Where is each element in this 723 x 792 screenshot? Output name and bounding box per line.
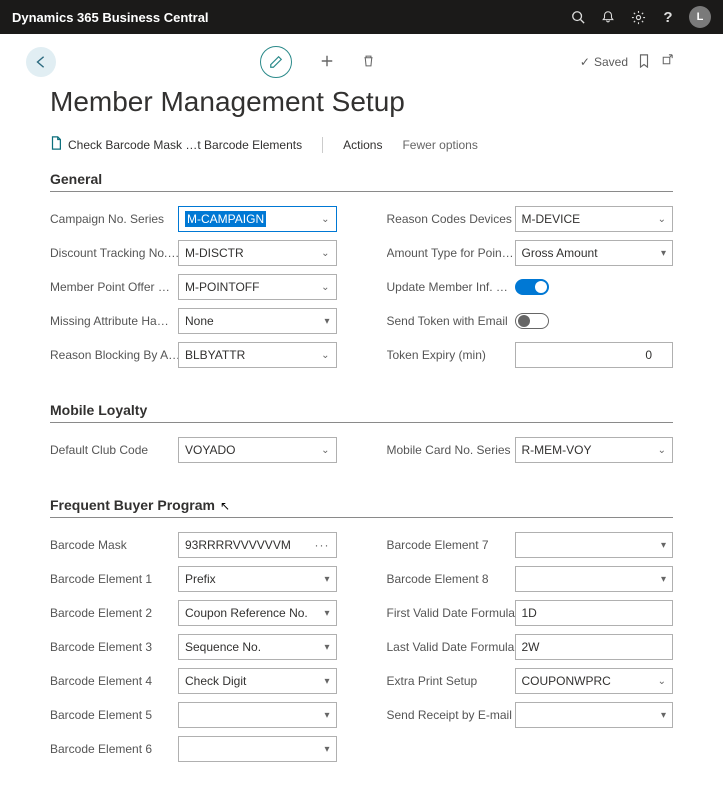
chevron-down-icon: ⌄ bbox=[321, 445, 329, 456]
be4-label: Barcode Element 4 bbox=[50, 674, 178, 688]
token-expiry-input[interactable]: 0 bbox=[515, 342, 674, 368]
be1-select[interactable]: Prefix ▾ bbox=[178, 566, 337, 592]
be5-select[interactable]: ▾ bbox=[178, 702, 337, 728]
amount-type-label: Amount Type for Poin… bbox=[387, 246, 515, 260]
page-toolbar: Saved bbox=[50, 42, 673, 82]
back-button[interactable] bbox=[26, 47, 56, 77]
be8-select[interactable]: ▾ bbox=[515, 566, 674, 592]
chevron-down-icon: ▾ bbox=[324, 316, 329, 327]
section-fbp-title: Frequent Buyer Program bbox=[50, 497, 673, 513]
avatar[interactable]: L bbox=[689, 6, 711, 28]
campaign-no-series-label: Campaign No. Series bbox=[50, 212, 178, 226]
member-point-offer-label: Member Point Offer … bbox=[50, 280, 178, 294]
search-icon[interactable] bbox=[563, 0, 593, 34]
mobile-card-label: Mobile Card No. Series bbox=[387, 443, 515, 457]
update-member-toggle[interactable] bbox=[515, 279, 549, 295]
be2-label: Barcode Element 2 bbox=[50, 606, 178, 620]
update-member-label: Update Member Inf. … bbox=[387, 280, 515, 294]
assist-edit-icon[interactable]: ··· bbox=[315, 538, 330, 552]
reason-codes-devices-label: Reason Codes Devices bbox=[387, 212, 515, 226]
discount-tracking-input[interactable]: M-DISCTR ⌄ bbox=[178, 240, 337, 266]
send-receipt-select[interactable]: ▾ bbox=[515, 702, 674, 728]
cmd-actions[interactable]: Actions bbox=[343, 138, 382, 152]
divider bbox=[322, 137, 323, 153]
last-valid-label: Last Valid Date Formula bbox=[387, 640, 515, 654]
be3-label: Barcode Element 3 bbox=[50, 640, 178, 654]
last-valid-input[interactable]: 2W bbox=[515, 634, 674, 660]
barcode-mask-input[interactable]: 93RRRRVVVVVVM ··· bbox=[178, 532, 337, 558]
be7-select[interactable]: ▾ bbox=[515, 532, 674, 558]
chevron-down-icon: ▾ bbox=[324, 676, 329, 687]
token-expiry-label: Token Expiry (min) bbox=[387, 348, 515, 362]
barcode-mask-label: Barcode Mask bbox=[50, 538, 178, 552]
page-title: Member Management Setup bbox=[50, 86, 673, 118]
chevron-down-icon: ▾ bbox=[324, 642, 329, 653]
help-icon[interactable]: ? bbox=[653, 0, 683, 34]
send-receipt-label: Send Receipt by E-mail bbox=[387, 708, 515, 722]
chevron-down-icon: ▾ bbox=[661, 540, 666, 551]
delete-button[interactable] bbox=[362, 54, 375, 71]
first-valid-label: First Valid Date Formula bbox=[387, 606, 515, 620]
bookmark-icon[interactable] bbox=[638, 54, 650, 71]
popout-icon[interactable] bbox=[660, 54, 673, 70]
chevron-down-icon: ⌄ bbox=[658, 445, 666, 456]
chevron-down-icon: ▾ bbox=[324, 608, 329, 619]
saved-status: Saved bbox=[580, 55, 628, 69]
missing-attr-select[interactable]: None ▾ bbox=[178, 308, 337, 334]
section-mobile-title: Mobile Loyalty bbox=[50, 402, 673, 418]
command-bar: Check Barcode Mask …t Barcode Elements A… bbox=[50, 136, 673, 153]
gear-icon[interactable] bbox=[623, 0, 653, 34]
chevron-down-icon: ▾ bbox=[661, 574, 666, 585]
default-club-input[interactable]: VOYADO ⌄ bbox=[178, 437, 337, 463]
app-titlebar: Dynamics 365 Business Central ? L bbox=[0, 0, 723, 34]
be8-label: Barcode Element 8 bbox=[387, 572, 515, 586]
be5-label: Barcode Element 5 bbox=[50, 708, 178, 722]
cmd-check-barcode[interactable]: Check Barcode Mask …t Barcode Elements bbox=[50, 136, 302, 153]
section-general-title: General bbox=[50, 171, 673, 187]
chevron-down-icon: ▾ bbox=[661, 248, 666, 259]
be3-select[interactable]: Sequence No. ▾ bbox=[178, 634, 337, 660]
app-title: Dynamics 365 Business Central bbox=[12, 10, 209, 25]
chevron-down-icon: ⌄ bbox=[658, 214, 666, 225]
chevron-down-icon: ⌄ bbox=[321, 282, 329, 293]
amount-type-select[interactable]: Gross Amount ▾ bbox=[515, 240, 674, 266]
cmd-fewer-options[interactable]: Fewer options bbox=[402, 138, 477, 152]
reason-blocking-input[interactable]: BLBYATTR ⌄ bbox=[178, 342, 337, 368]
send-token-toggle[interactable] bbox=[515, 313, 549, 329]
new-button[interactable] bbox=[320, 54, 334, 71]
be4-select[interactable]: Check Digit ▾ bbox=[178, 668, 337, 694]
extra-print-input[interactable]: COUPONWPRC ⌄ bbox=[515, 668, 674, 694]
missing-attr-label: Missing Attribute Ha… bbox=[50, 314, 178, 328]
be1-label: Barcode Element 1 bbox=[50, 572, 178, 586]
document-icon bbox=[50, 136, 62, 153]
member-point-offer-input[interactable]: M-POINTOFF ⌄ bbox=[178, 274, 337, 300]
mobile-card-input[interactable]: R-MEM-VOY ⌄ bbox=[515, 437, 674, 463]
chevron-down-icon: ▾ bbox=[661, 710, 666, 721]
discount-tracking-label: Discount Tracking No.… bbox=[50, 246, 178, 260]
bell-icon[interactable] bbox=[593, 0, 623, 34]
edit-button[interactable] bbox=[260, 46, 292, 78]
chevron-down-icon: ⌄ bbox=[658, 676, 666, 687]
be6-label: Barcode Element 6 bbox=[50, 742, 178, 756]
chevron-down-icon: ▾ bbox=[324, 574, 329, 585]
extra-print-label: Extra Print Setup bbox=[387, 674, 515, 688]
reason-blocking-label: Reason Blocking By A… bbox=[50, 348, 178, 362]
be2-select[interactable]: Coupon Reference No. ▾ bbox=[178, 600, 337, 626]
chevron-down-icon: ⌄ bbox=[321, 214, 329, 225]
be7-label: Barcode Element 7 bbox=[387, 538, 515, 552]
default-club-label: Default Club Code bbox=[50, 443, 178, 457]
send-token-label: Send Token with Email bbox=[387, 314, 515, 328]
be6-select[interactable]: ▾ bbox=[178, 736, 337, 762]
first-valid-input[interactable]: 1D bbox=[515, 600, 674, 626]
chevron-down-icon: ▾ bbox=[324, 710, 329, 721]
chevron-down-icon: ⌄ bbox=[321, 350, 329, 361]
reason-codes-devices-input[interactable]: M-DEVICE ⌄ bbox=[515, 206, 674, 232]
chevron-down-icon: ▾ bbox=[324, 744, 329, 755]
campaign-no-series-input[interactable]: M-CAMPAIGN ⌄ bbox=[178, 206, 337, 232]
chevron-down-icon: ⌄ bbox=[321, 248, 329, 259]
